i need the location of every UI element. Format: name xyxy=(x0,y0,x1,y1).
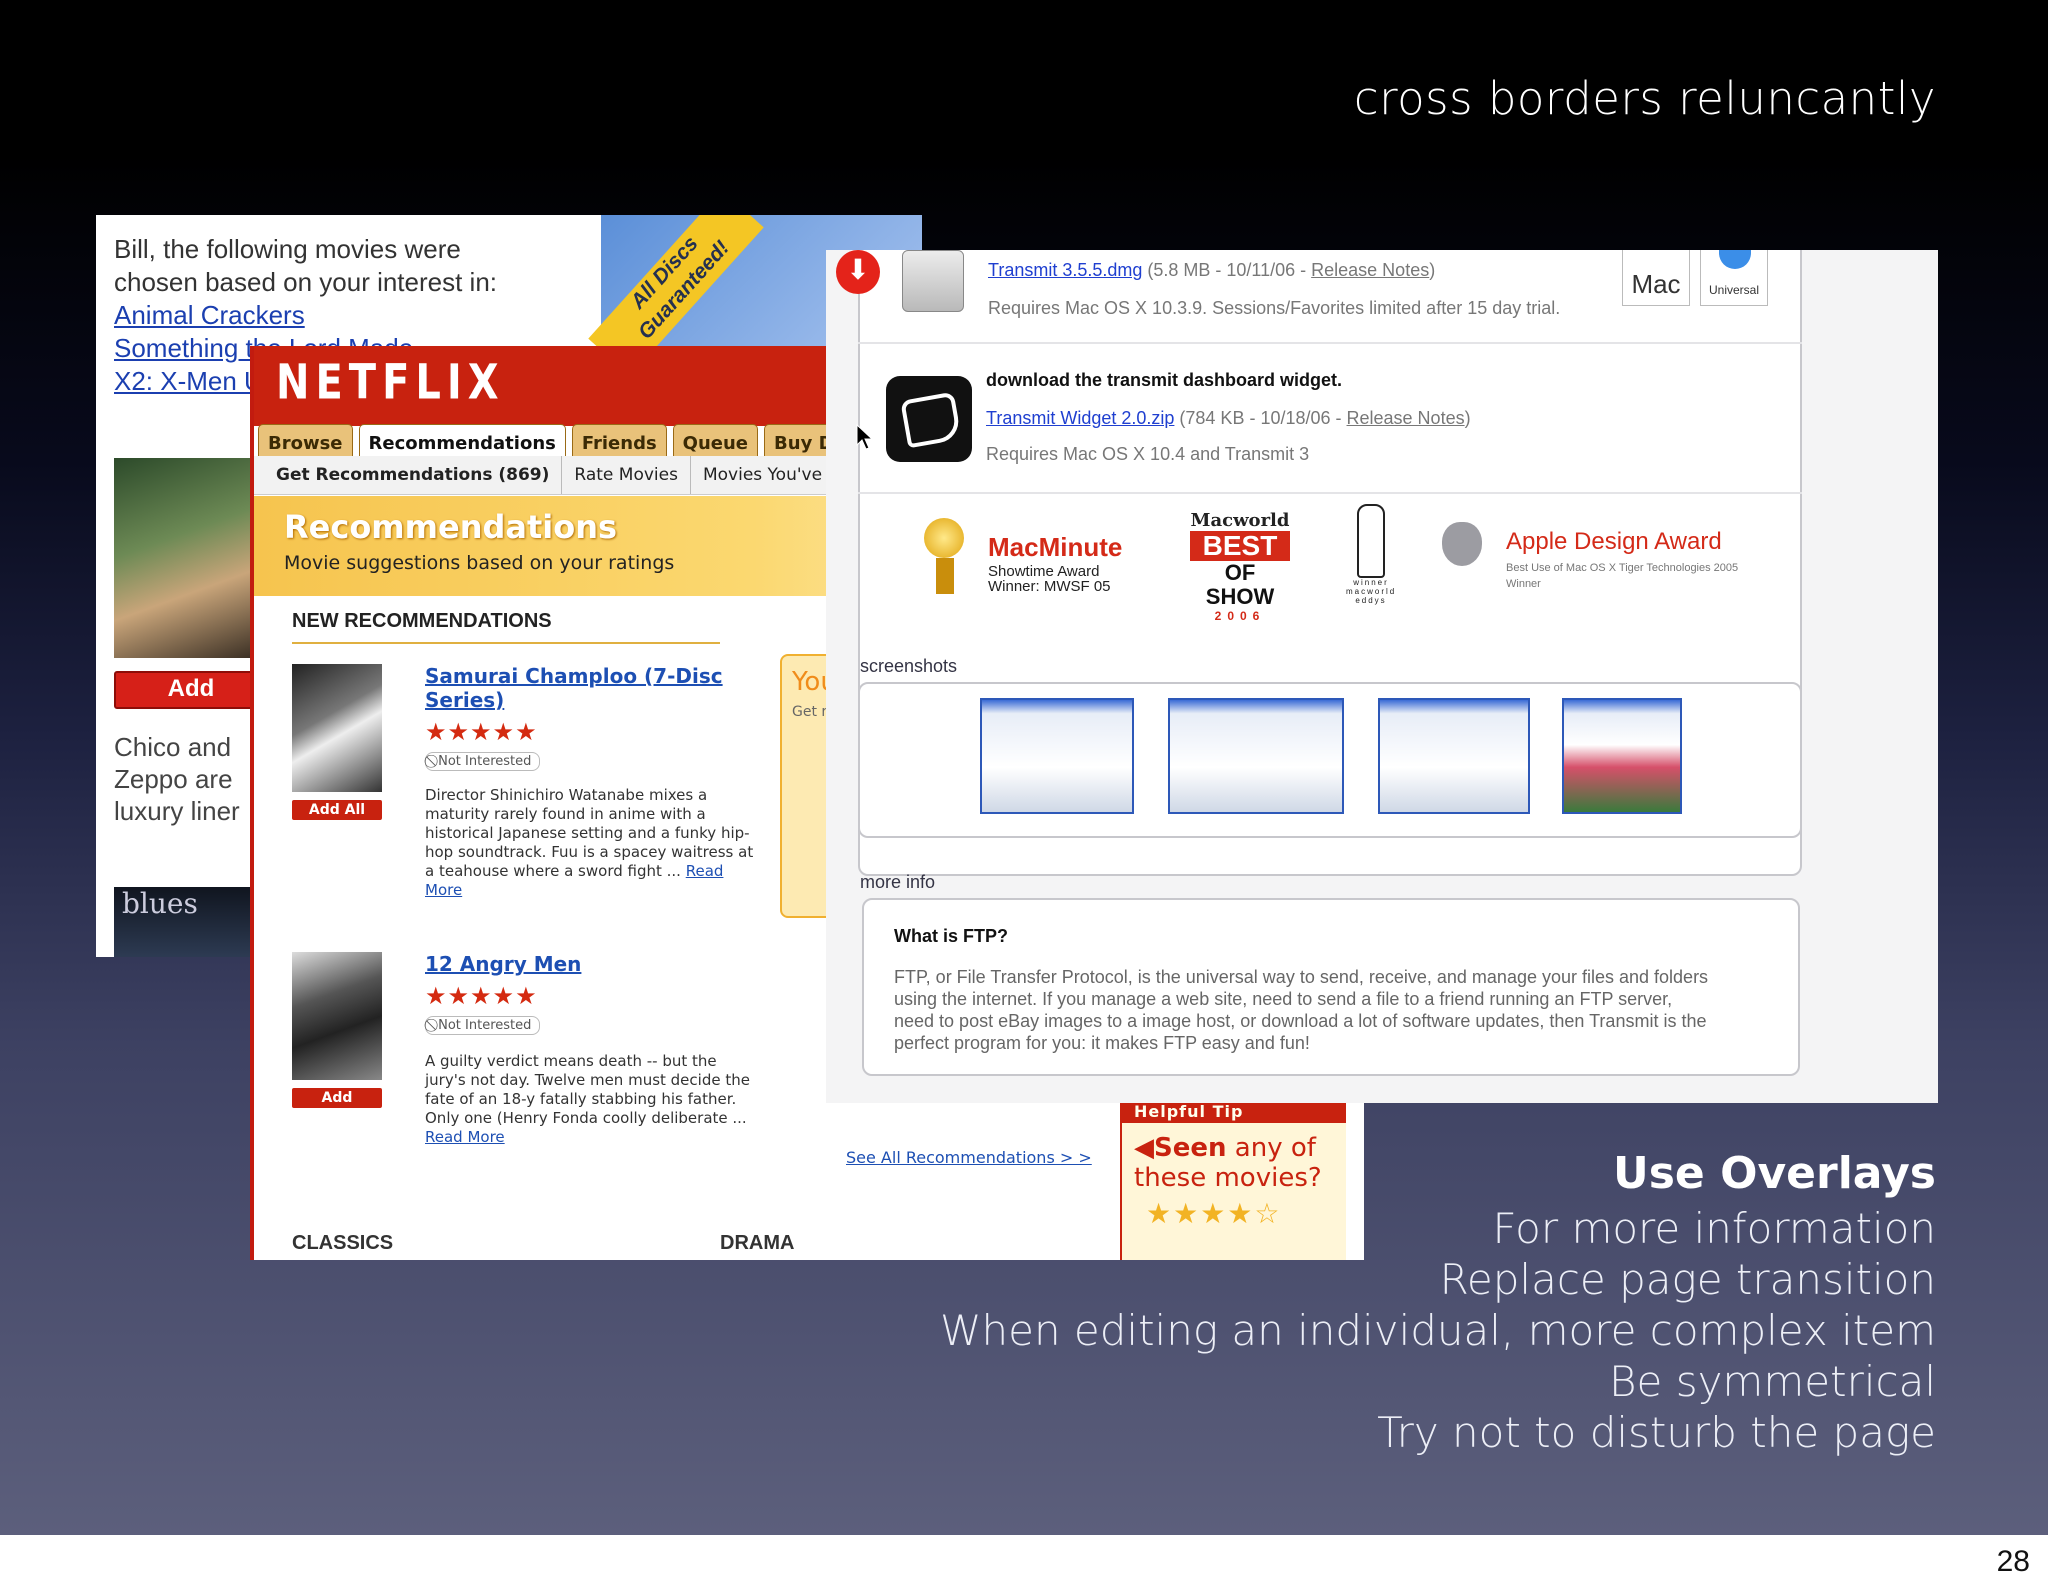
mac-badge: Mac xyxy=(1622,250,1690,306)
mac-badge-label: Mac xyxy=(1631,269,1681,299)
widget-requirements: Requires Mac OS X 10.4 and Transmit 3 xyxy=(986,444,1310,464)
not-interested-button[interactable]: ⃠ Not Interested xyxy=(425,752,541,771)
eddys-label: winner macworld eddys xyxy=(1346,578,1397,605)
dmg-requirements: Requires Mac OS X 10.3.9. Sessions/Favor… xyxy=(988,298,1561,318)
rating-stars[interactable]: ★★★★★ xyxy=(425,718,538,746)
category-drama[interactable]: DRAMA xyxy=(720,1232,794,1255)
disk-image-icon xyxy=(902,250,964,312)
widget-header: download the transmit dashboard widget. xyxy=(986,370,1343,390)
intro-text: Bill, the following movies were chosen b… xyxy=(114,234,498,297)
widget-download-link[interactable]: Transmit Widget 2.0.zip xyxy=(986,408,1174,428)
dmg-download-link[interactable]: Transmit 3.5.5.dmg xyxy=(988,260,1142,280)
movie-poster-blues[interactable]: blues xyxy=(114,887,262,957)
best-label: BEST xyxy=(1190,531,1290,561)
dmg-download: Transmit 3.5.5.dmg (5.8 MB - 10/11/06 - … xyxy=(988,260,1436,280)
macworld-label: Macworld xyxy=(1190,510,1290,531)
bullets-heading: Use Overlays xyxy=(1613,1148,1936,1199)
dashboard-widget-icon xyxy=(886,376,972,462)
apple-award-sub: Best Use of Mac OS X Tiger Technologies … xyxy=(1506,562,1739,590)
screenshot-thumbnail[interactable] xyxy=(1168,698,1344,814)
divider xyxy=(858,342,1802,344)
movie-title-link[interactable]: Samurai Champloo (7-Disc Series) xyxy=(425,664,725,712)
trophy-stand xyxy=(936,558,954,594)
bullet-item: When editing an individual, more complex… xyxy=(939,1306,1936,1355)
description-text: A guilty verdict means death -- but the … xyxy=(425,1052,750,1127)
screenshot-thumbnail[interactable] xyxy=(1378,698,1530,814)
apple-design-award: Apple Design Award Best Use of Mac OS X … xyxy=(1442,514,1762,604)
add-button[interactable]: Add xyxy=(114,671,268,709)
eddy-statue-icon xyxy=(1357,504,1385,578)
bullet-item: Try not to disturb the page xyxy=(1377,1408,1936,1457)
screenshot-thumbnail[interactable] xyxy=(1562,698,1682,814)
movie-description: Director Shinichiro Watanabe mixes a mat… xyxy=(425,786,755,900)
movie-poster[interactable] xyxy=(114,458,254,658)
slide: cross borders reluncantly Bill, the foll… xyxy=(0,0,2048,1535)
helpful-tip-header: Helpful Tip xyxy=(1122,1100,1346,1123)
trophy-icon xyxy=(924,518,964,558)
add-button[interactable]: Add xyxy=(292,1088,382,1108)
ftp-question: What is FTP? xyxy=(894,926,1008,946)
movie-title-link[interactable]: 12 Angry Men xyxy=(425,952,725,976)
macminute-sub: Showtime Award Winner: MWSF 05 xyxy=(988,563,1111,595)
bullet-item: Replace page transition xyxy=(1439,1255,1936,1304)
new-recommendations-heading: NEW RECOMMENDATIONS xyxy=(292,610,552,632)
subnav-get-recommendations[interactable]: Get Recommendations (869) xyxy=(264,456,563,494)
widget-download: Transmit Widget 2.0.zip (784 KB - 10/18/… xyxy=(986,408,1471,428)
divider xyxy=(292,642,720,644)
hero-subtitle: Movie suggestions based on your ratings xyxy=(284,552,675,574)
hero-title: Recommendations xyxy=(284,508,618,546)
page-number: 28 xyxy=(1996,1545,2030,1578)
widget-meta: (784 KB - 10/18/06 - xyxy=(1174,408,1347,428)
apple-award-title: Apple Design Award xyxy=(1506,528,1722,555)
ftp-explanation: FTP, or File Transfer Protocol, is the u… xyxy=(894,967,1709,1053)
category-classics[interactable]: CLASSICS xyxy=(292,1232,393,1255)
bullet-item: Be symmetrical xyxy=(1609,1357,1936,1406)
download-arrow-icon[interactable]: ⬇ xyxy=(836,250,880,294)
macminute-title: MacMinute xyxy=(988,532,1123,562)
mouse-cursor-icon xyxy=(856,424,874,450)
divider xyxy=(858,492,1802,494)
eddys-award: winner macworld eddys xyxy=(1346,504,1396,612)
subnav-rate-movies[interactable]: Rate Movies xyxy=(562,456,691,494)
not-interested-button[interactable]: ⃠ Not Interested xyxy=(425,1016,541,1035)
of-show-label: OF SHOW xyxy=(1205,560,1275,609)
add-all-button[interactable]: Add All xyxy=(292,800,382,820)
rating-stars[interactable]: ★★★★★ xyxy=(425,982,538,1010)
apple-logo-icon xyxy=(1442,522,1482,566)
netflix-logo[interactable]: NETFLIX xyxy=(276,355,505,410)
recommendation-item: Add All Samurai Champloo (7-Disc Series)… xyxy=(292,664,852,914)
movie-thumbnail[interactable] xyxy=(292,952,382,1080)
transmit-overlay-panel: ⬇ Transmit 3.5.5.dmg (5.8 MB - 10/11/06 … xyxy=(826,250,1938,1103)
slide-title: cross borders reluncantly xyxy=(1353,72,1936,125)
more-info-label: more info xyxy=(860,872,936,892)
macminute-award: MacMinute Showtime Award Winner: MWSF 05 xyxy=(924,512,1144,612)
widget-release-notes-link[interactable]: Release Notes xyxy=(1347,408,1465,428)
read-more-link[interactable]: Read More xyxy=(425,1128,505,1146)
link-animal-crackers[interactable]: Animal Crackers xyxy=(114,300,305,330)
slide-bullets: Use Overlays For more information Replac… xyxy=(940,1145,1936,1458)
screenshot-thumbnail[interactable] xyxy=(980,698,1134,814)
dmg-meta: (5.8 MB - 10/11/06 - xyxy=(1142,260,1312,280)
recommendation-item: Add 12 Angry Men ★★★★★ ⃠ Not Interested … xyxy=(292,952,852,1152)
award-year: 2006 xyxy=(1214,609,1266,623)
release-notes-link[interactable]: Release Notes xyxy=(1311,260,1429,280)
movie-thumbnail[interactable] xyxy=(292,664,382,792)
screenshots-label: screenshots xyxy=(860,656,958,676)
bullet-item: For more information xyxy=(1492,1204,1936,1253)
movie-description: A guilty verdict means death -- but the … xyxy=(425,1052,755,1147)
universal-badge: Universal xyxy=(1700,250,1768,306)
macworld-best-of-show-award: Macworld BEST OF SHOW 2006 xyxy=(1190,510,1290,623)
